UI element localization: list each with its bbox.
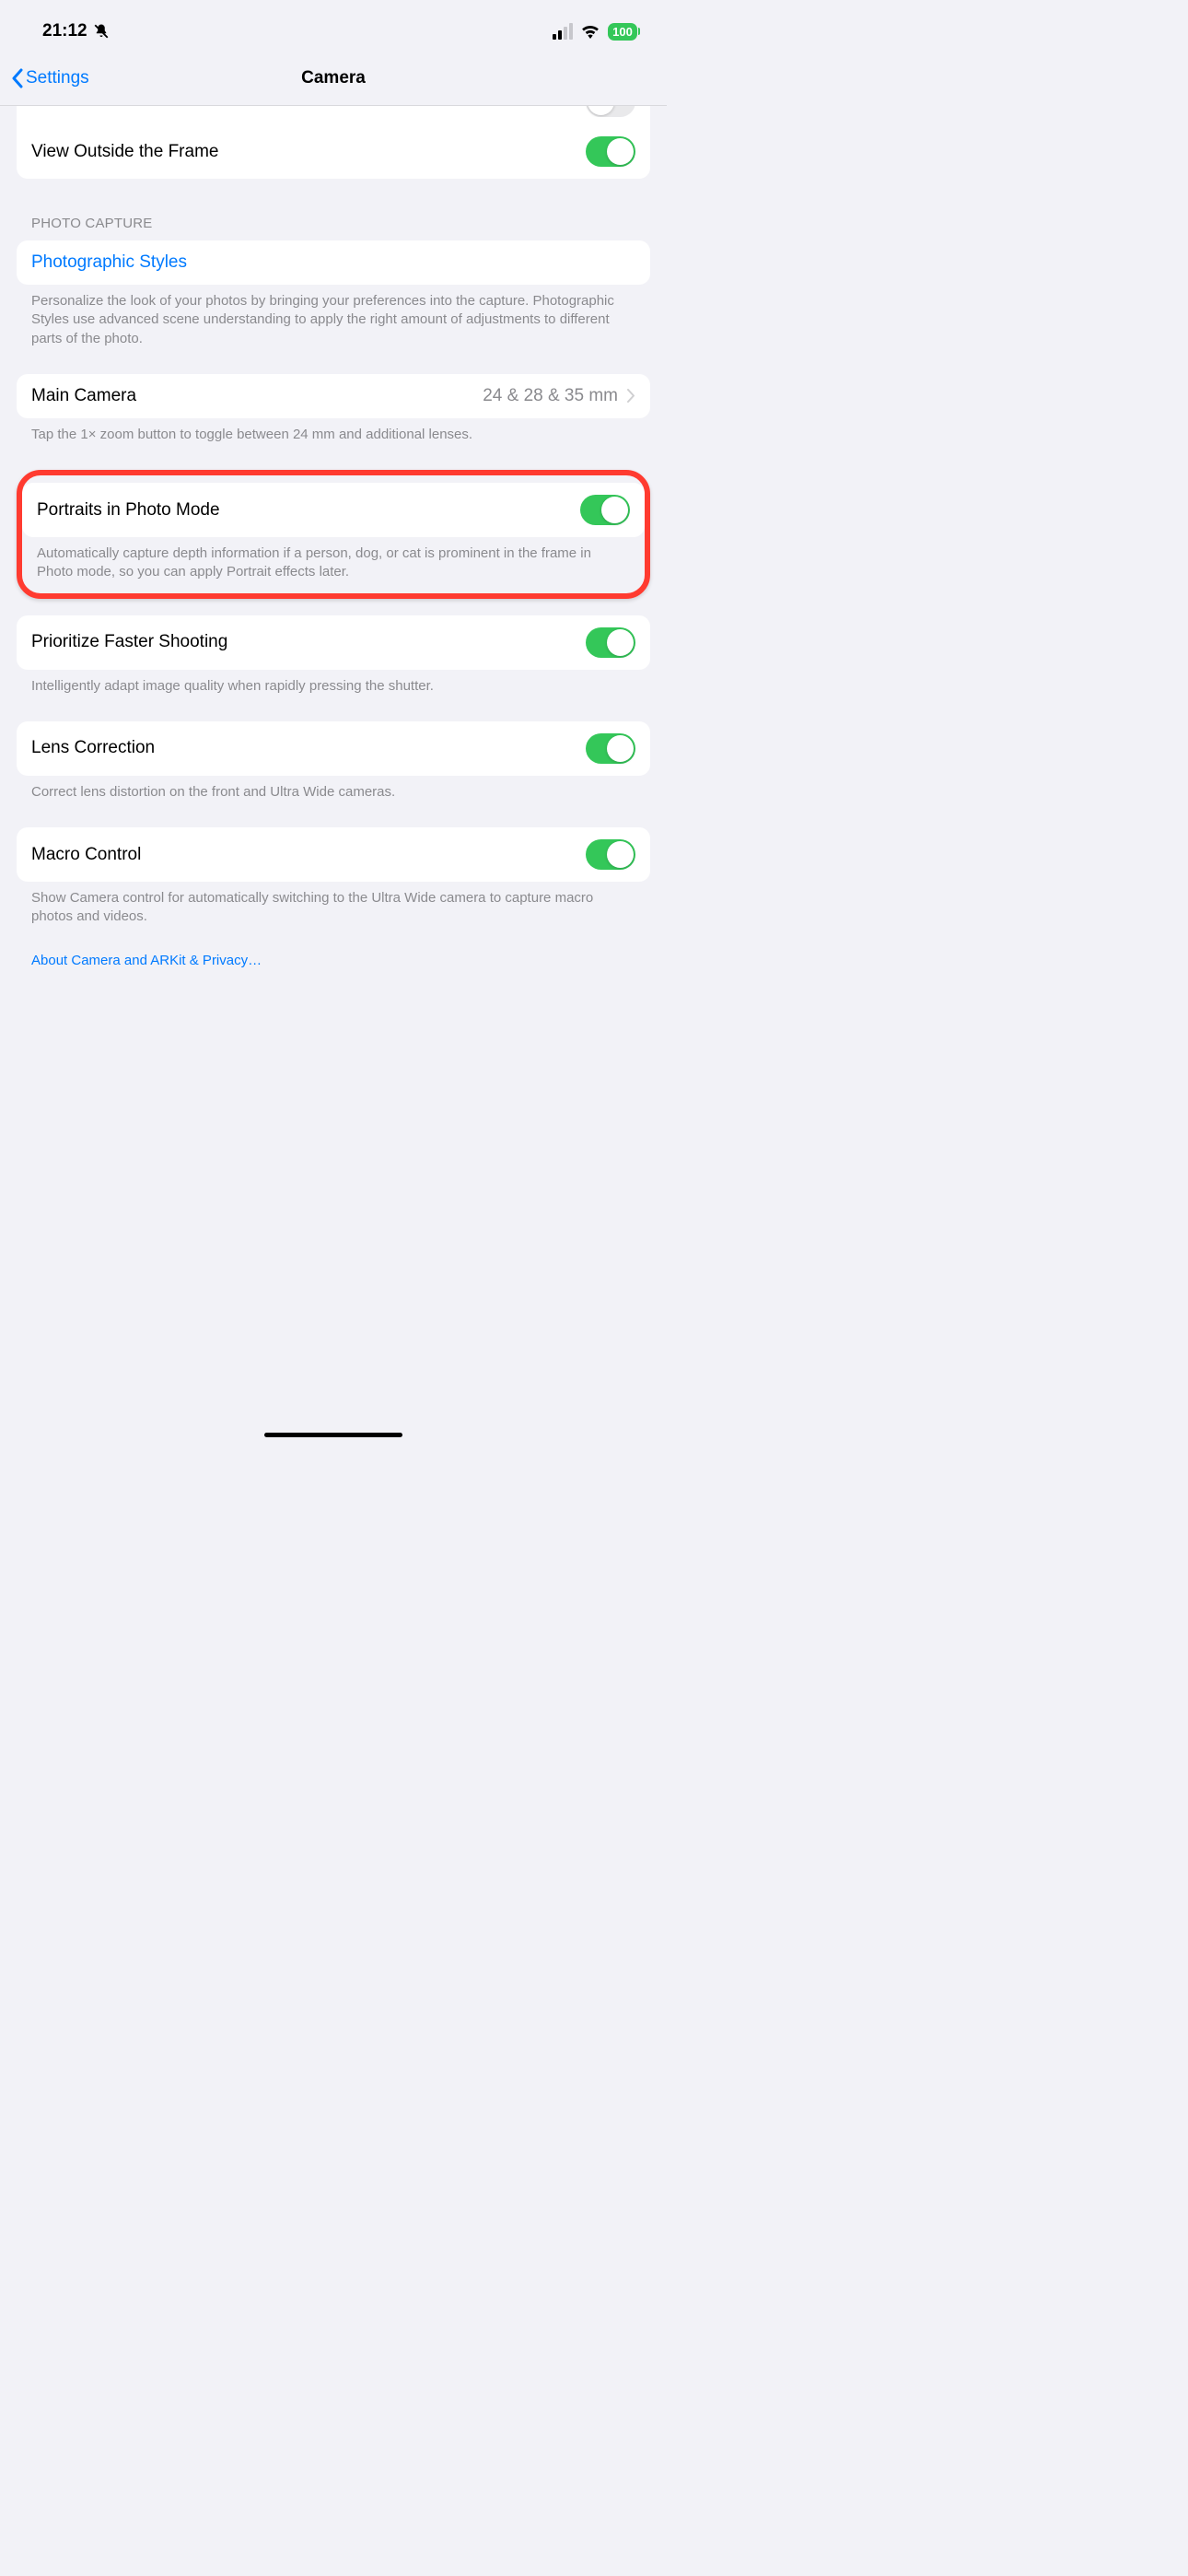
macro-control-toggle[interactable] — [586, 839, 635, 870]
portraits-photo-mode-row[interactable]: Portraits in Photo Mode — [22, 483, 645, 537]
main-camera-group: Main Camera 24 & 28 & 35 mm — [17, 374, 650, 418]
back-label: Settings — [26, 68, 89, 88]
prioritize-footer: Intelligently adapt image quality when r… — [17, 670, 650, 696]
main-camera-row[interactable]: Main Camera 24 & 28 & 35 mm — [17, 374, 650, 418]
status-time-area: 21:12 — [42, 21, 110, 41]
top-group: View Outside the Frame — [17, 106, 650, 179]
main-camera-footer: Tap the 1× zoom button to toggle between… — [17, 418, 650, 444]
view-outside-frame-label: View Outside the Frame — [31, 142, 218, 162]
view-outside-frame-toggle[interactable] — [586, 136, 635, 167]
portraits-label: Portraits in Photo Mode — [37, 500, 220, 521]
portraits-footer: Automatically capture depth information … — [22, 537, 645, 584]
lens-correction-toggle[interactable] — [586, 733, 635, 764]
macro-control-group: Macro Control — [17, 827, 650, 882]
photographic-styles-group: Photographic Styles — [17, 240, 650, 285]
lens-correction-footer: Correct lens distortion on the front and… — [17, 776, 650, 802]
battery-indicator: 100 — [608, 23, 637, 41]
prioritize-label: Prioritize Faster Shooting — [31, 632, 227, 652]
lens-correction-group: Lens Correction — [17, 721, 650, 776]
main-camera-label: Main Camera — [31, 386, 136, 406]
privacy-link[interactable]: About Camera and ARKit & Privacy… — [17, 927, 650, 968]
silent-mode-icon — [93, 22, 110, 41]
prioritize-group: Prioritize Faster Shooting — [17, 615, 650, 670]
wifi-icon — [580, 24, 600, 39]
portraits-group: Portraits in Photo Mode — [22, 483, 645, 537]
lens-correction-row[interactable]: Lens Correction — [17, 721, 650, 776]
status-indicators: 100 — [553, 23, 637, 41]
prioritize-toggle[interactable] — [586, 627, 635, 658]
status-time: 21:12 — [42, 21, 87, 41]
back-button[interactable]: Settings — [11, 68, 89, 88]
photographic-styles-label: Photographic Styles — [31, 252, 187, 273]
page-title: Camera — [301, 68, 366, 88]
chevron-right-icon — [627, 389, 635, 403]
photographic-styles-row[interactable]: Photographic Styles — [17, 240, 650, 285]
macro-control-row[interactable]: Macro Control — [17, 827, 650, 882]
home-indicator[interactable] — [264, 1433, 402, 1437]
photographic-styles-footer: Personalize the look of your photos by b… — [17, 285, 650, 348]
highlight-annotation: Portraits in Photo Mode Automatically ca… — [17, 470, 650, 599]
main-camera-detail: 24 & 28 & 35 mm — [483, 386, 618, 406]
macro-control-label: Macro Control — [31, 845, 141, 865]
partial-toggle[interactable] — [586, 106, 635, 117]
status-bar: 21:12 100 — [0, 0, 667, 55]
cellular-signal-icon — [553, 23, 573, 40]
view-outside-frame-row[interactable]: View Outside the Frame — [17, 124, 650, 179]
navigation-bar: Settings Camera — [0, 55, 667, 106]
partial-row-above — [17, 106, 650, 124]
portraits-toggle[interactable] — [580, 495, 630, 525]
prioritize-faster-shooting-row[interactable]: Prioritize Faster Shooting — [17, 615, 650, 670]
chevron-left-icon — [11, 68, 24, 88]
macro-control-footer: Show Camera control for automatically sw… — [17, 882, 650, 927]
photo-capture-header: PHOTO CAPTURE — [17, 179, 650, 240]
lens-correction-label: Lens Correction — [31, 738, 155, 758]
